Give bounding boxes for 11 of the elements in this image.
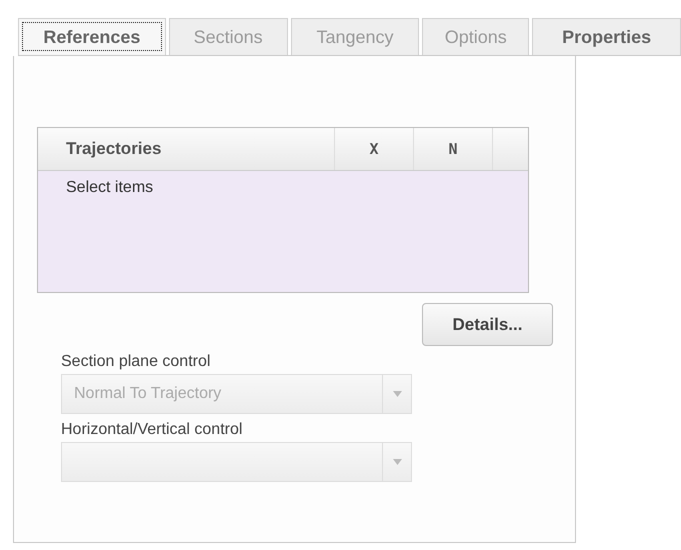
dropdown-arrow-icon <box>392 459 402 465</box>
details-button[interactable]: Details... <box>422 303 553 346</box>
tab[interactable]: References <box>18 18 166 55</box>
select-items-prompt[interactable]: Select items <box>66 179 154 196</box>
column-header[interactable]: X <box>335 128 414 170</box>
field-label: Horizontal/Vertical control <box>61 420 244 440</box>
dropdown-arrow-icon <box>392 391 402 397</box>
field-label: Section plane control <box>61 352 212 372</box>
column-header[interactable]: N <box>414 128 493 170</box>
tab[interactable]: Properties <box>532 18 681 55</box>
column-header[interactable]: Trajectories <box>38 128 335 170</box>
